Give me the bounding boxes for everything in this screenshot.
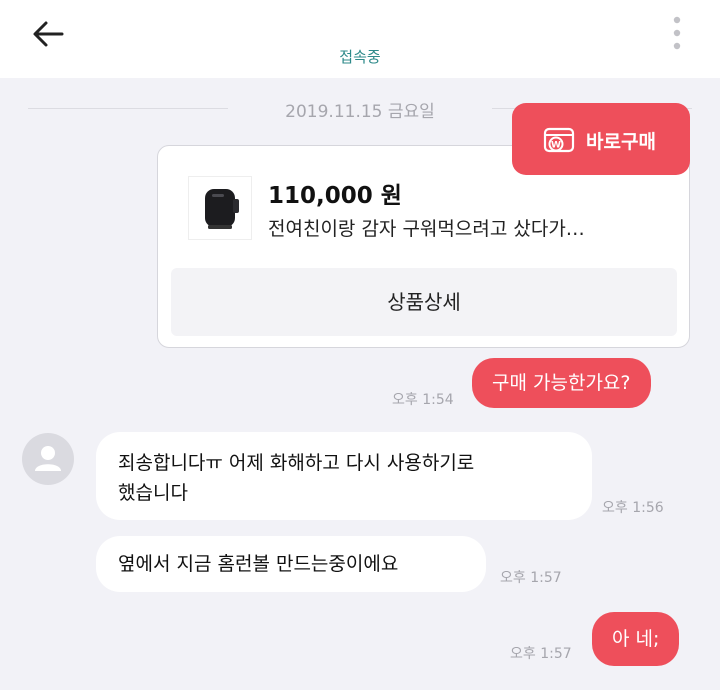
user-silhouette-icon xyxy=(35,446,61,471)
message-time: 오후 1:57 xyxy=(510,646,572,662)
more-options-icon[interactable] xyxy=(672,16,682,50)
sent-message-bubble[interactable]: 구매 가능한가요? xyxy=(472,358,651,408)
chat-header: 접속중 xyxy=(0,0,720,78)
buy-now-button[interactable]: W 바로구매 xyxy=(512,103,690,175)
product-thumbnail[interactable] xyxy=(188,176,252,240)
received-message-bubble[interactable]: 죄송합니다ㅠ 어제 화해하고 다시 사용하기로 했습니다 xyxy=(96,432,592,520)
message-line: 죄송합니다ㅠ 어제 화해하고 다시 사용하기로 xyxy=(118,452,475,474)
message-time: 오후 1:56 xyxy=(602,500,664,516)
product-price: 110,000 원 xyxy=(268,183,402,209)
avatar[interactable] xyxy=(22,433,74,485)
message-line: 했습니다 xyxy=(118,482,188,504)
message-time: 오후 1:54 xyxy=(392,392,454,408)
received-message-bubble[interactable]: 옆에서 지금 홈런볼 만드는중이에요 xyxy=(96,536,486,592)
svg-text:W: W xyxy=(551,141,561,151)
sent-message-bubble[interactable]: 아 네; xyxy=(592,612,680,666)
wallet-icon: W xyxy=(542,122,578,158)
product-detail-button[interactable]: 상품상세 xyxy=(171,268,677,336)
buy-now-label: 바로구매 xyxy=(586,131,656,153)
message-time: 오후 1:57 xyxy=(500,570,562,586)
product-card[interactable]: 110,000 원 전여친이랑 감자 구워먹으려고 샀다가… 상품상세 xyxy=(157,145,690,348)
product-description: 전여친이랑 감자 구워먹으려고 샀다가… xyxy=(268,218,585,240)
connection-status: 접속중 xyxy=(339,48,381,66)
